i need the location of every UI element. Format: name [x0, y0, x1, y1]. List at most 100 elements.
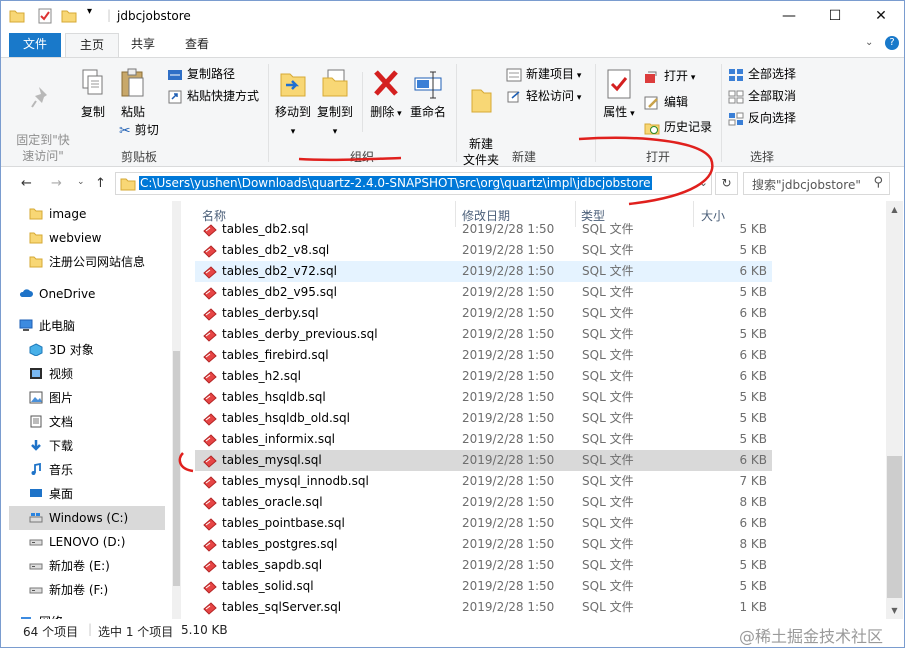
- scroll-down-icon[interactable]: ▼: [886, 602, 903, 619]
- select-all-button[interactable]: 全部选择: [728, 64, 796, 84]
- scrollbar-thumb[interactable]: [887, 456, 902, 598]
- cut-button[interactable]: ✂ 剪切: [119, 120, 159, 140]
- nav-item[interactable]: image: [9, 202, 165, 226]
- invert-selection-button[interactable]: 反向选择: [728, 108, 796, 128]
- up-arrow-icon[interactable]: ↑: [95, 176, 106, 191]
- nav-scrollbar-thumb[interactable]: [173, 351, 180, 586]
- file-row[interactable]: tables_firebird.sql 2019/2/28 1:50 SQL 文件 6…: [195, 345, 772, 366]
- properties-button[interactable]: 属性 ▾: [601, 68, 637, 122]
- file-row[interactable]: tables_hsqldb_old.sql 2019/2/28 1:50 SQL 文…: [195, 408, 772, 429]
- file-row[interactable]: tables_db2_v95.sql 2019/2/28 1:50 SQL 文件 5 …: [195, 282, 772, 303]
- file-row[interactable]: tables_mysql_innodb.sql 2019/2/28 1:50 SQL…: [195, 471, 772, 492]
- sql-file-icon: [203, 392, 217, 405]
- maximize-button[interactable]: ☐: [812, 1, 858, 32]
- scroll-up-icon[interactable]: ▲: [886, 201, 903, 218]
- select-none-button[interactable]: 全部取消: [728, 86, 796, 106]
- history-button[interactable]: 历史记录: [644, 117, 712, 137]
- recent-dropdown-icon[interactable]: ⌄: [77, 177, 85, 187]
- file-row[interactable]: tables_derby.sql 2019/2/28 1:50 SQL 文件 6 KB: [195, 303, 772, 324]
- file-row[interactable]: tables_db2_v72.sql 2019/2/28 1:50 SQL 文件 6 …: [195, 261, 772, 282]
- nav-scrollbar[interactable]: [172, 201, 181, 619]
- rename-button[interactable]: 重命名: [407, 68, 449, 120]
- move-to-button[interactable]: 移动到 ▾: [273, 68, 313, 140]
- file-row[interactable]: tables_solid.sql 2019/2/28 1:50 SQL 文件 5 KB: [195, 576, 772, 597]
- file-row[interactable]: tables_pointbase.sql 2019/2/28 1:50 SQL 文件…: [195, 513, 772, 534]
- delete-button[interactable]: 删除 ▾: [369, 68, 403, 122]
- close-button[interactable]: ✕: [858, 1, 904, 32]
- nav-item[interactable]: 下载: [9, 434, 165, 458]
- file-name: tables_db2.sql: [222, 222, 309, 236]
- easy-access-button[interactable]: 轻松访问 ▾: [506, 86, 581, 106]
- file-row[interactable]: tables_hsqldb.sql 2019/2/28 1:50 SQL 文件 5 K…: [195, 387, 772, 408]
- qat-dropdown-icon[interactable]: ▾: [87, 6, 103, 22]
- file-row[interactable]: tables_sapdb.sql 2019/2/28 1:50 SQL 文件 5 KB: [195, 555, 772, 576]
- search-icon[interactable]: ⚲: [873, 175, 883, 190]
- file-row[interactable]: tables_derby_previous.sql 2019/2/28 1:50 S…: [195, 324, 772, 345]
- sql-file-icon: [203, 266, 217, 279]
- file-date: 2019/2/28 1:50: [462, 537, 555, 551]
- selected-size: 5.10 KB: [181, 623, 228, 637]
- nav-item[interactable]: OneDrive: [9, 282, 165, 306]
- nav-item[interactable]: 3D 对象: [9, 338, 165, 362]
- collapse-ribbon-icon[interactable]: ⌄: [865, 37, 873, 48]
- edit-button[interactable]: 编辑: [644, 92, 688, 112]
- file-type: SQL 文件: [582, 411, 634, 425]
- file-type: SQL 文件: [582, 537, 634, 551]
- address-path[interactable]: C:\Users\yushen\Downloads\quartz-2.4.0-S…: [139, 176, 652, 190]
- new-item-button[interactable]: 新建项目 ▾: [506, 64, 581, 84]
- pin-quick-access-button[interactable]: 固定到"快 速访问": [13, 68, 73, 164]
- address-bar[interactable]: C:\Users\yushen\Downloads\quartz-2.4.0-S…: [115, 172, 712, 195]
- nav-item[interactable]: Windows (C:): [9, 506, 165, 530]
- tab-home[interactable]: 主页: [65, 33, 120, 57]
- tab-view[interactable]: 查看: [171, 33, 223, 57]
- minimize-button[interactable]: —: [766, 1, 812, 32]
- file-row[interactable]: tables_mysql.sql 2019/2/28 1:50 SQL 文件 6 KB: [195, 450, 772, 471]
- nav-item[interactable]: 注册公司网站信息: [9, 250, 165, 274]
- new-folder-button[interactable]: 新建 文件夹: [459, 68, 503, 168]
- nav-item[interactable]: webview: [9, 226, 165, 250]
- nav-item[interactable]: 桌面: [9, 482, 165, 506]
- file-row[interactable]: tables_db2.sql 2019/2/28 1:50 SQL 文件 5 KB: [195, 219, 772, 240]
- refresh-icon: ↻: [721, 176, 732, 190]
- nav-item[interactable]: 新加卷 (F:): [9, 578, 165, 602]
- back-arrow-icon[interactable]: ←: [21, 176, 32, 191]
- tab-share[interactable]: 共享: [117, 33, 169, 57]
- file-date: 2019/2/28 1:50: [462, 516, 555, 530]
- file-row[interactable]: tables_db2_v8.sql 2019/2/28 1:50 SQL 文件 5 K…: [195, 240, 772, 261]
- nav-item[interactable]: 图片: [9, 386, 165, 410]
- file-row[interactable]: tables_informix.sql 2019/2/28 1:50 SQL 文件 5…: [195, 429, 772, 450]
- help-icon[interactable]: ?: [885, 36, 899, 50]
- nav-item[interactable]: 网络: [9, 610, 165, 619]
- new-folder-quick-icon[interactable]: [61, 8, 77, 24]
- forward-arrow-icon[interactable]: →: [51, 176, 62, 191]
- file-row[interactable]: tables_h2.sql 2019/2/28 1:50 SQL 文件 6 KB: [195, 366, 772, 387]
- paste-shortcut-button[interactable]: 粘贴快捷方式: [167, 86, 259, 106]
- file-row[interactable]: tables_oracle.sql 2019/2/28 1:50 SQL 文件 8 K…: [195, 492, 772, 513]
- tab-file[interactable]: 文件: [9, 33, 62, 57]
- refresh-button[interactable]: ↻: [715, 172, 738, 195]
- nav-item[interactable]: 视频: [9, 362, 165, 386]
- properties-quick-icon[interactable]: [37, 8, 53, 24]
- group-separator: [456, 64, 457, 162]
- nav-item[interactable]: 此电脑: [9, 314, 165, 338]
- 3d-objects-icon: [29, 343, 43, 356]
- copy-path-button[interactable]: 复制路径: [167, 64, 235, 84]
- paste-button[interactable]: 粘贴: [117, 68, 149, 120]
- open-button[interactable]: 打开 ▾: [644, 66, 695, 86]
- file-type: SQL 文件: [582, 264, 634, 278]
- search-box[interactable]: 搜索"jdbcjobstore" ⚲: [743, 172, 890, 195]
- file-type: SQL 文件: [582, 474, 634, 488]
- copy-to-button[interactable]: 复制到 ▾: [315, 68, 355, 140]
- file-size: 5 KB: [739, 579, 767, 593]
- nav-item[interactable]: 文档: [9, 410, 165, 434]
- documents-icon: [30, 415, 42, 428]
- address-dropdown-icon[interactable]: ⌄: [699, 176, 708, 189]
- nav-item[interactable]: 新加卷 (E:): [9, 554, 165, 578]
- nav-item[interactable]: LENOVO (D:): [9, 530, 165, 554]
- file-row[interactable]: tables_sqlServer.sql 2019/2/28 1:50 SQL 文件…: [195, 597, 772, 618]
- copy-button[interactable]: 复制: [77, 68, 109, 120]
- file-list-scrollbar[interactable]: ▲ ▼: [886, 201, 903, 619]
- file-row[interactable]: tables_postgres.sql 2019/2/28 1:50 SQL 文件 8…: [195, 534, 772, 555]
- file-date: 2019/2/28 1:50: [462, 411, 555, 425]
- nav-item[interactable]: 音乐: [9, 458, 165, 482]
